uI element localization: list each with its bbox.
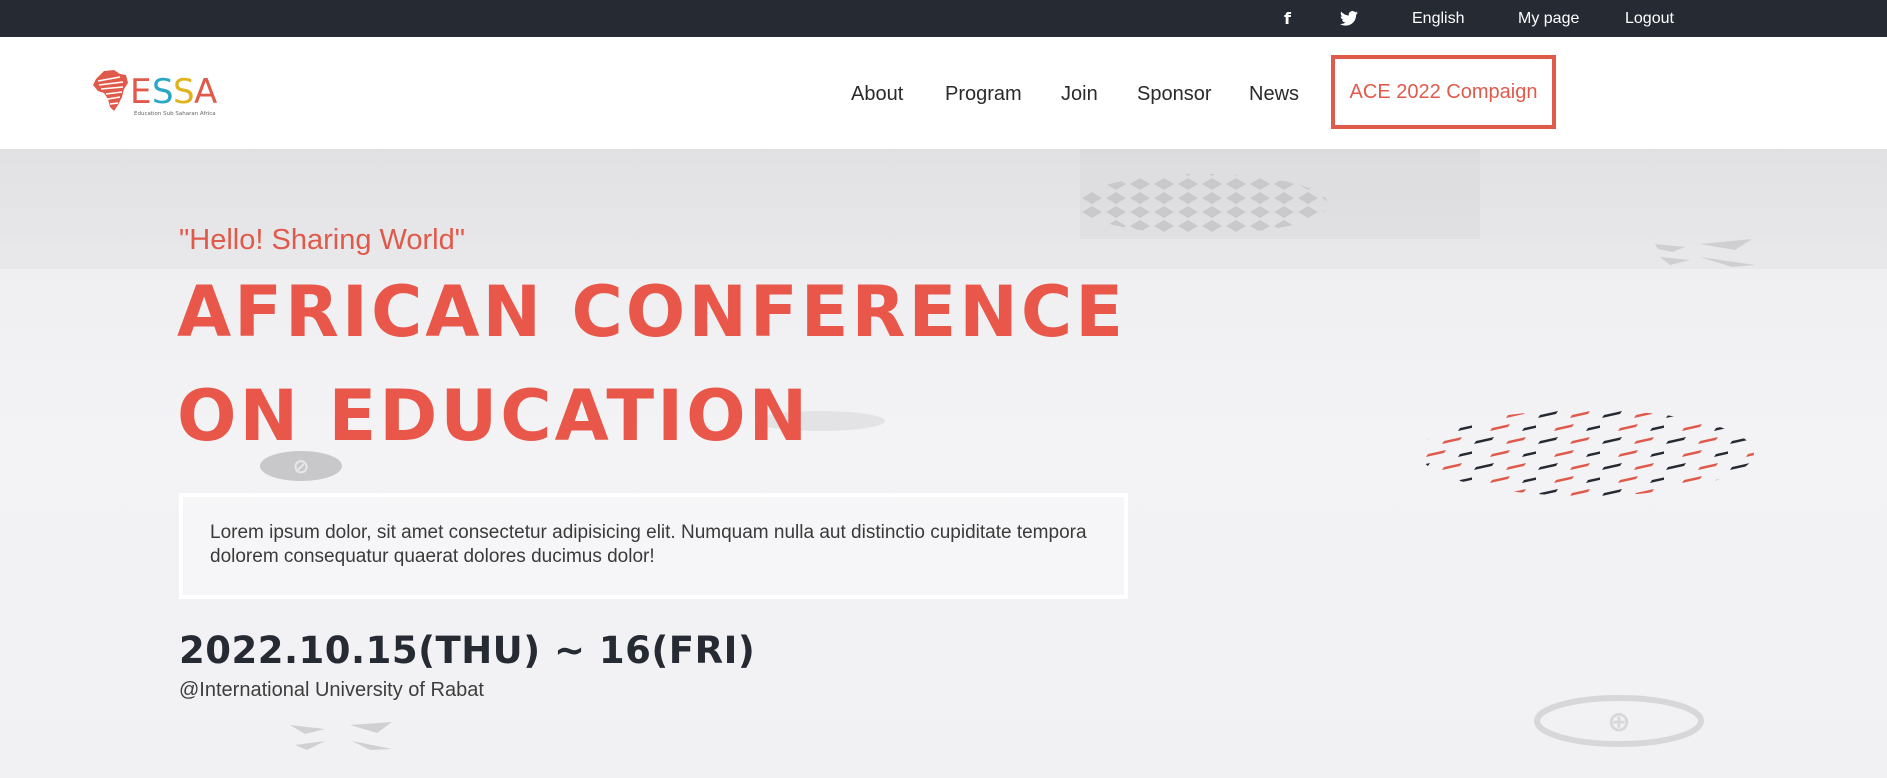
- svg-text:Education Sub Saharan Africa: Education Sub Saharan Africa: [134, 111, 216, 117]
- nav-news[interactable]: News: [1249, 83, 1299, 106]
- facebook-icon[interactable]: f: [1284, 0, 1291, 37]
- nav-about[interactable]: About: [851, 83, 903, 106]
- nav-program[interactable]: Program: [945, 83, 1022, 106]
- language-selector[interactable]: English: [1412, 0, 1464, 37]
- svg-text:A: A: [194, 72, 217, 112]
- svg-text:E: E: [130, 72, 151, 112]
- hero-tagline: "Hello! Sharing World": [179, 224, 466, 256]
- event-date: 2022.10.15(THU) ~ 16(FRI): [179, 629, 756, 672]
- my-page-link[interactable]: My page: [1518, 0, 1579, 37]
- logout-link[interactable]: Logout: [1625, 0, 1674, 37]
- hero-description-box: Lorem ipsum dolor, sit amet consectetur …: [179, 493, 1128, 599]
- nav-join[interactable]: Join: [1061, 83, 1098, 106]
- main-header: E S S A Education Sub Saharan Africa Abo…: [0, 37, 1887, 149]
- svg-text:⊕: ⊕: [1607, 705, 1630, 738]
- hero-title-line-1: AFRICAN CONFERENCE: [177, 271, 1127, 353]
- essa-logo[interactable]: E S S A Education Sub Saharan Africa: [90, 65, 220, 121]
- hero-section: ⊘ ⊕ "Hello! Sharing World" AFRICAN CONFE…: [0, 149, 1887, 778]
- hero-description: Lorem ipsum dolor, sit amet consectetur …: [210, 522, 1087, 567]
- svg-text:⊘: ⊘: [293, 454, 310, 478]
- event-venue: @International University of Rabat: [179, 679, 484, 701]
- campaign-button[interactable]: ACE 2022 Compaign: [1331, 55, 1556, 129]
- nav-sponsor[interactable]: Sponsor: [1137, 83, 1212, 106]
- svg-text:S: S: [152, 72, 174, 112]
- hero-title-line-2: ON EDUCATION: [177, 375, 811, 457]
- svg-text:S: S: [173, 72, 195, 112]
- top-utility-bar: f English My page Logout: [0, 0, 1887, 37]
- twitter-icon[interactable]: [1340, 0, 1358, 37]
